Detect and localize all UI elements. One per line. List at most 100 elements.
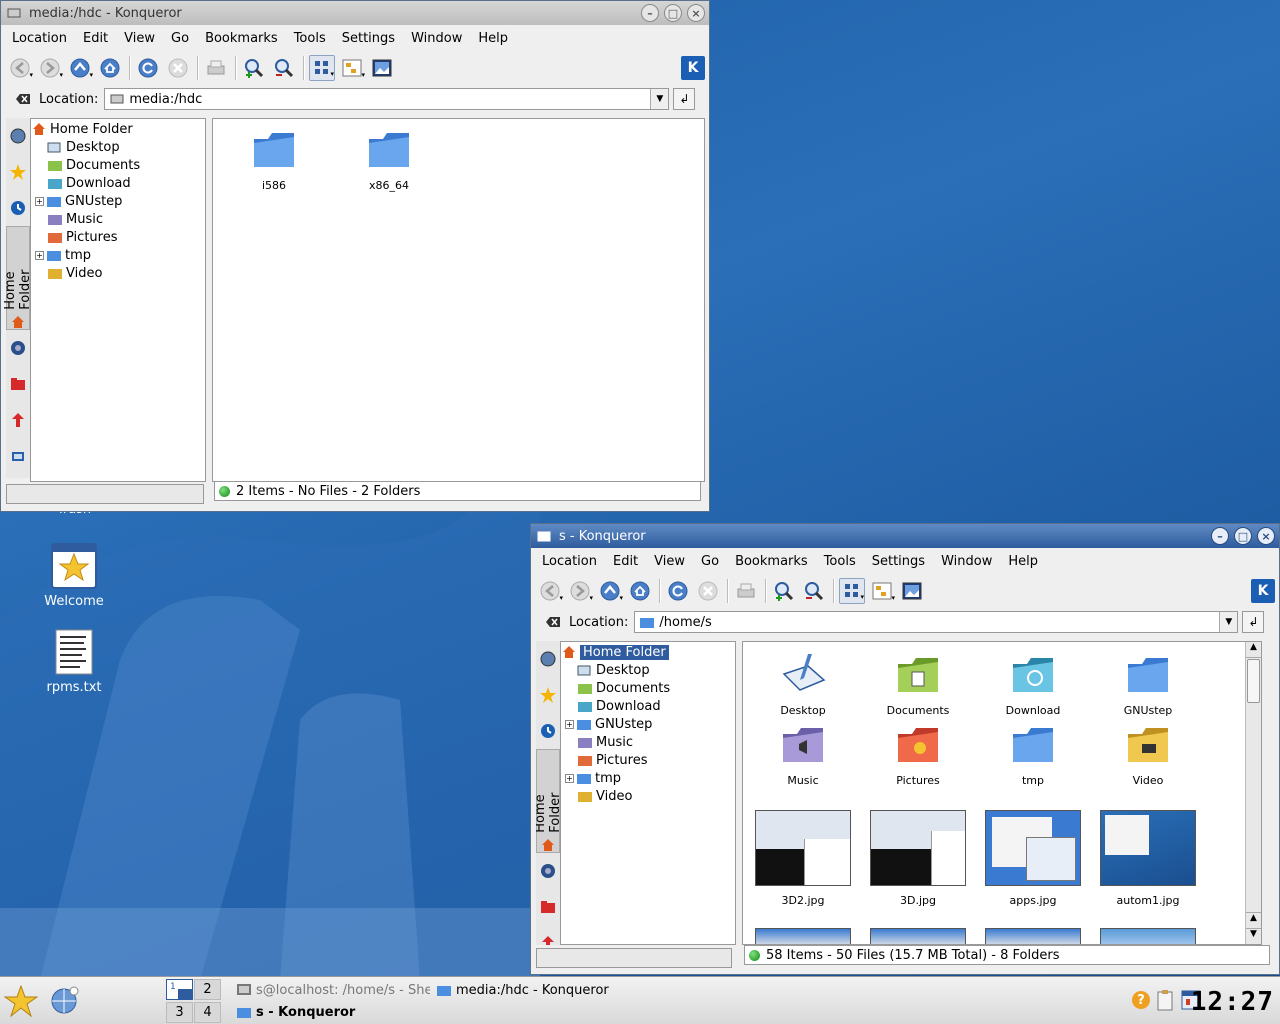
- kde-logo-button[interactable]: K: [1251, 579, 1275, 603]
- sidebar-tab-home-folder[interactable]: Home Folder: [536, 749, 560, 853]
- file-item-tmp[interactable]: tmp: [983, 720, 1083, 787]
- menu-help[interactable]: Help: [470, 31, 516, 46]
- reload-button[interactable]: [135, 55, 161, 81]
- back-button[interactable]: ▾: [537, 578, 563, 604]
- sidebar-tab-devices[interactable]: [6, 438, 30, 474]
- scroll-thumb[interactable]: [1247, 659, 1260, 703]
- image-item-apps-jpg[interactable]: apps.jpg: [985, 810, 1081, 907]
- home-button[interactable]: [627, 578, 653, 604]
- file-item-gnustep[interactable]: GNUstep: [1098, 650, 1198, 717]
- image-item-autom1-jpg[interactable]: autom1.jpg: [1100, 810, 1196, 907]
- zoom-out-button[interactable]: [801, 578, 827, 604]
- scroll-up-button[interactable]: ▲: [1246, 642, 1261, 658]
- menu-location[interactable]: Location: [4, 31, 75, 46]
- tree-view-button[interactable]: ▾: [339, 55, 365, 81]
- zoom-in-button[interactable]: [771, 578, 797, 604]
- image-item-3d2-jpg[interactable]: 3D2.jpg: [755, 810, 851, 907]
- file-item-desktop[interactable]: Desktop: [753, 650, 853, 717]
- location-dropdown-button[interactable]: ▼: [1219, 612, 1238, 632]
- icon-view-button[interactable]: ▾: [309, 55, 335, 81]
- image-thumbnail-partial[interactable]: [870, 928, 966, 944]
- task-shell[interactable]: s@localhost: /home/s - She: [236, 979, 430, 1001]
- vertical-scrollbar[interactable]: ▲ ▲ ▼: [1245, 642, 1261, 944]
- go-button[interactable]: ↲: [1242, 611, 1265, 633]
- clear-location-icon[interactable]: [545, 615, 561, 629]
- tree-item-tmp[interactable]: + tmp: [31, 246, 205, 264]
- expand-toggle[interactable]: +: [565, 719, 574, 729]
- sidebar-tab-root[interactable]: [6, 366, 30, 402]
- sidebar-tab-services[interactable]: [6, 402, 30, 438]
- reload-button[interactable]: [665, 578, 691, 604]
- sidebar-tab-history[interactable]: [6, 190, 30, 226]
- menu-edit[interactable]: Edit: [75, 31, 116, 46]
- forward-button[interactable]: ▾: [567, 578, 593, 604]
- task-s-konqueror[interactable]: s - Konqueror: [236, 1001, 430, 1023]
- print-button[interactable]: [203, 55, 229, 81]
- file-item-documents[interactable]: Documents: [868, 650, 968, 717]
- pager-desktop-2[interactable]: 2: [194, 979, 221, 1000]
- menu-settings[interactable]: Settings: [334, 31, 403, 46]
- maximize-button[interactable]: □: [1234, 527, 1252, 545]
- clock[interactable]: 12:27: [1191, 987, 1274, 1017]
- file-item-x86-64[interactable]: x86_64: [339, 125, 439, 192]
- stop-button[interactable]: [165, 55, 191, 81]
- close-button[interactable]: ×: [1257, 527, 1275, 545]
- location-dropdown-button[interactable]: ▼: [650, 89, 669, 109]
- menu-view[interactable]: View: [116, 31, 163, 46]
- sidebar-tab-services[interactable]: [536, 925, 560, 945]
- expand-toggle[interactable]: +: [35, 250, 44, 260]
- menu-settings[interactable]: Settings: [864, 554, 933, 569]
- tree-item-documents[interactable]: Documents: [561, 679, 735, 697]
- tree-item-desktop[interactable]: Desktop: [31, 138, 205, 156]
- image-view-button[interactable]: [369, 55, 395, 81]
- image-thumbnail-partial[interactable]: [1100, 928, 1196, 944]
- tree-item-pictures[interactable]: Pictures: [561, 751, 735, 769]
- window-titlebar[interactable]: media:/hdc - Konqueror – □ ×: [1, 1, 709, 25]
- file-item-music[interactable]: Music: [753, 720, 853, 787]
- print-button[interactable]: [733, 578, 759, 604]
- tree-item-home-folder[interactable]: Home Folder: [561, 643, 735, 661]
- scroll-up-button-lower[interactable]: ▲: [1246, 912, 1261, 928]
- tree-item-gnustep[interactable]: + GNUstep: [561, 715, 735, 733]
- image-thumbnail-partial[interactable]: [985, 928, 1081, 944]
- menu-go[interactable]: Go: [693, 554, 727, 569]
- tree-item-music[interactable]: Music: [31, 210, 205, 228]
- back-button[interactable]: ▾: [7, 55, 33, 81]
- location-input[interactable]: media:/hdc ▼: [104, 88, 670, 110]
- kmenu-star-icon[interactable]: [3, 984, 39, 1018]
- sidebar-tab-bookmarks[interactable]: [6, 118, 30, 154]
- file-item-video[interactable]: Video: [1098, 720, 1198, 787]
- location-input[interactable]: /home/s ▼: [634, 611, 1239, 633]
- klipper-clipboard-icon[interactable]: [1156, 989, 1174, 1011]
- file-item-i586[interactable]: i586: [224, 125, 324, 192]
- minimize-button[interactable]: –: [1211, 527, 1229, 545]
- tree-item-video[interactable]: Video: [31, 264, 205, 282]
- sidebar-tab-network[interactable]: [6, 330, 30, 366]
- kde-logo-button[interactable]: K: [681, 56, 705, 80]
- sidebar-tab-home-folder[interactable]: Home Folder: [3, 226, 33, 330]
- sidebar-tab-history[interactable]: [536, 713, 560, 749]
- menu-help[interactable]: Help: [1000, 554, 1046, 569]
- help-icon[interactable]: ?: [1132, 991, 1150, 1009]
- sidebar-tab-root[interactable]: [536, 889, 560, 925]
- sidebar-tab-favorites[interactable]: [6, 154, 30, 190]
- tree-item-documents[interactable]: Documents: [31, 156, 205, 174]
- menu-tools[interactable]: Tools: [816, 554, 864, 569]
- task-media-hdc[interactable]: media:/hdc - Konqueror: [436, 979, 636, 1001]
- tree-item-video[interactable]: Video: [561, 787, 735, 805]
- window-titlebar[interactable]: s - Konqueror – □ ×: [531, 524, 1279, 548]
- image-view-button[interactable]: [899, 578, 925, 604]
- tree-item-download[interactable]: Download: [31, 174, 205, 192]
- expand-toggle[interactable]: +: [565, 773, 574, 783]
- expand-toggle[interactable]: +: [35, 196, 44, 206]
- clear-location-icon[interactable]: [15, 92, 31, 106]
- icon-view-button[interactable]: ▾: [839, 578, 865, 604]
- go-button[interactable]: ↲: [673, 88, 696, 110]
- menu-bookmarks[interactable]: Bookmarks: [197, 31, 286, 46]
- file-item-pictures[interactable]: Pictures: [868, 720, 968, 787]
- menu-window[interactable]: Window: [403, 31, 470, 46]
- menu-tools[interactable]: Tools: [286, 31, 334, 46]
- tree-item-gnustep[interactable]: + GNUstep: [31, 192, 205, 210]
- menu-edit[interactable]: Edit: [605, 554, 646, 569]
- menu-go[interactable]: Go: [163, 31, 197, 46]
